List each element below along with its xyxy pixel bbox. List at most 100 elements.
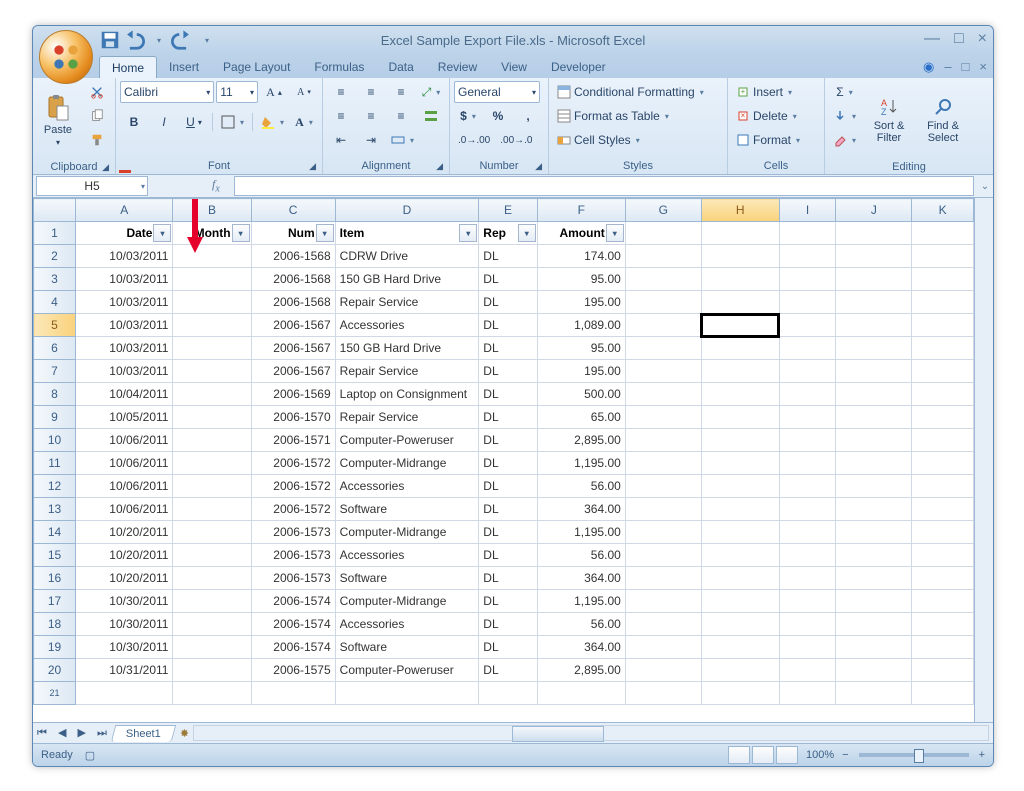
row-header-11[interactable]: 11 xyxy=(34,452,76,475)
cell-D17[interactable]: Computer-Midrange xyxy=(335,590,479,613)
cell-H2[interactable] xyxy=(701,245,779,268)
row-header-10[interactable]: 10 xyxy=(34,429,76,452)
row-header-9[interactable]: 9 xyxy=(34,406,76,429)
minimize-button[interactable]: — xyxy=(924,30,940,48)
cell-C11[interactable]: 2006-1572 xyxy=(251,452,335,475)
sheet-nav-first-icon[interactable]: ⏮ xyxy=(33,727,51,739)
cell-H9[interactable] xyxy=(701,406,779,429)
cell-K20[interactable] xyxy=(912,659,974,682)
cell-D4[interactable]: Repair Service xyxy=(335,291,479,314)
cell-G10[interactable] xyxy=(625,429,701,452)
cell-H16[interactable] xyxy=(701,567,779,590)
cell-I6[interactable] xyxy=(779,337,836,360)
redo-icon[interactable] xyxy=(171,30,193,50)
cell-J12[interactable] xyxy=(836,475,912,498)
filter-icon-date[interactable]: ▾ xyxy=(153,224,171,242)
formula-input[interactable] xyxy=(234,176,974,196)
view-normal-icon[interactable] xyxy=(728,746,750,764)
cell-K19[interactable] xyxy=(912,636,974,659)
number-launcher-icon[interactable]: ◢ xyxy=(535,161,542,172)
cell-C2[interactable]: 2006-1568 xyxy=(251,245,335,268)
cell-J18[interactable] xyxy=(836,613,912,636)
format-painter-icon[interactable] xyxy=(83,129,111,151)
row-header-13[interactable]: 13 xyxy=(34,498,76,521)
cell-A4[interactable]: 10/03/2011 xyxy=(75,291,172,314)
cell-G4[interactable] xyxy=(625,291,701,314)
cell-J13[interactable] xyxy=(836,498,912,521)
cell-H14[interactable] xyxy=(701,521,779,544)
cell-H8[interactable] xyxy=(701,383,779,406)
cell-B6[interactable] xyxy=(173,337,251,360)
view-page-layout-icon[interactable] xyxy=(752,746,774,764)
sheet-nav-last-icon[interactable]: ⏭ xyxy=(93,727,111,739)
cell-C21[interactable] xyxy=(251,682,335,705)
cell-B13[interactable] xyxy=(173,498,251,521)
align-middle-icon[interactable]: ≡ xyxy=(357,81,385,103)
fill-icon[interactable] xyxy=(829,105,860,127)
cell-J20[interactable] xyxy=(836,659,912,682)
cell-H10[interactable] xyxy=(701,429,779,452)
row-header-18[interactable]: 18 xyxy=(34,613,76,636)
find-select-button[interactable]: Find & Select xyxy=(918,81,968,159)
cell-I2[interactable] xyxy=(779,245,836,268)
cell-E3[interactable]: DL xyxy=(479,268,537,291)
ribbon-tab-view[interactable]: View xyxy=(489,56,539,78)
cell-G7[interactable] xyxy=(625,360,701,383)
cell-E10[interactable]: DL xyxy=(479,429,537,452)
cell-G17[interactable] xyxy=(625,590,701,613)
cell-K18[interactable] xyxy=(912,613,974,636)
cell-E11[interactable]: DL xyxy=(479,452,537,475)
ribbon-tab-data[interactable]: Data xyxy=(376,56,425,78)
cell-J3[interactable] xyxy=(836,268,912,291)
row-header-15[interactable]: 15 xyxy=(34,544,76,567)
cell-J14[interactable] xyxy=(836,521,912,544)
font-launcher-icon[interactable]: ◢ xyxy=(309,161,316,172)
cell-G8[interactable] xyxy=(625,383,701,406)
cell-A16[interactable]: 10/20/2011 xyxy=(75,567,172,590)
percent-format-icon[interactable]: % xyxy=(484,105,512,127)
cell-G5[interactable] xyxy=(625,314,701,337)
cell-B10[interactable] xyxy=(173,429,251,452)
merge-center-icon[interactable] xyxy=(387,129,418,151)
cell-E12[interactable]: DL xyxy=(479,475,537,498)
cut-icon[interactable] xyxy=(83,81,111,103)
align-right-icon[interactable]: ≡ xyxy=(387,105,415,127)
cell-A15[interactable]: 10/20/2011 xyxy=(75,544,172,567)
cell-C14[interactable]: 2006-1573 xyxy=(251,521,335,544)
cell-H1[interactable] xyxy=(701,222,779,245)
ribbon-tab-formulas[interactable]: Formulas xyxy=(302,56,376,78)
cell-K1[interactable] xyxy=(912,222,974,245)
filter-icon-rep[interactable]: ▾ xyxy=(518,224,536,242)
cell-B3[interactable] xyxy=(173,268,251,291)
cell-C3[interactable]: 2006-1568 xyxy=(251,268,335,291)
align-bottom-icon[interactable]: ≡ xyxy=(387,81,415,103)
cell-D19[interactable]: Software xyxy=(335,636,479,659)
cell-K21[interactable] xyxy=(912,682,974,705)
cell-G12[interactable] xyxy=(625,475,701,498)
cell-F7[interactable]: 195.00 xyxy=(537,360,625,383)
cell-A14[interactable]: 10/20/2011 xyxy=(75,521,172,544)
wrap-text-icon[interactable] xyxy=(417,105,445,127)
cell-A21[interactable] xyxy=(75,682,172,705)
align-top-icon[interactable]: ≡ xyxy=(327,81,355,103)
cell-E21[interactable] xyxy=(479,682,537,705)
cell-H17[interactable] xyxy=(701,590,779,613)
cell-H12[interactable] xyxy=(701,475,779,498)
cell-D12[interactable]: Accessories xyxy=(335,475,479,498)
cell-K8[interactable] xyxy=(912,383,974,406)
row-header-19[interactable]: 19 xyxy=(34,636,76,659)
cell-F17[interactable]: 1,195.00 xyxy=(537,590,625,613)
cell-F21[interactable] xyxy=(537,682,625,705)
name-box[interactable]: H5 ▾ xyxy=(36,176,148,196)
cell-H6[interactable] xyxy=(701,337,779,360)
cell-I10[interactable] xyxy=(779,429,836,452)
col-header-H[interactable]: H xyxy=(701,199,779,222)
new-sheet-icon[interactable]: ✸ xyxy=(180,727,189,740)
cell-C4[interactable]: 2006-1568 xyxy=(251,291,335,314)
cell-E17[interactable]: DL xyxy=(479,590,537,613)
cell-C5[interactable]: 2006-1567 xyxy=(251,314,335,337)
cell-J17[interactable] xyxy=(836,590,912,613)
cell-B2[interactable] xyxy=(173,245,251,268)
cell-I1[interactable] xyxy=(779,222,836,245)
alignment-launcher-icon[interactable]: ◢ xyxy=(436,161,443,172)
